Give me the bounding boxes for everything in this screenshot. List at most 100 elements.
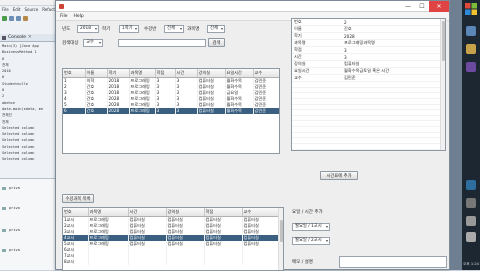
column-header[interactable]: 학기 [107, 69, 130, 78]
tray-icon[interactable] [466, 198, 476, 208]
debug-icon[interactable] [9, 15, 14, 21]
detail-row[interactable]: 시간 3 [292, 53, 442, 61]
table-row[interactable]: 4교시 프로그래밍 컴퓨터실 컴퓨터실 컴퓨터실 컴퓨터실 [63, 234, 281, 241]
table-row[interactable]: 2교시 프로그래밍 컴퓨터실 컴퓨터실 컴퓨터실 컴퓨터실 [63, 222, 281, 229]
memo-input[interactable] [339, 256, 447, 268]
windows-start-icon[interactable] [465, 3, 477, 15]
add-to-timetable-button[interactable]: 시간표에 추가 [320, 171, 358, 180]
detail-row[interactable]: 학기 2028 [292, 32, 442, 40]
column-header[interactable]: 과목명 [129, 69, 156, 78]
column-header[interactable]: 시간 [128, 208, 167, 217]
table-cell: 8교시 [63, 258, 89, 265]
subject-select[interactable]: 전체 [207, 25, 225, 33]
close-icon[interactable]: ✕ [28, 35, 32, 40]
day-time-select-1[interactable]: 월요일 / 1교시 [292, 223, 330, 231]
network-icon[interactable] [466, 216, 476, 226]
day-time-select-2[interactable]: 월요일 / 2교시 [292, 237, 330, 245]
detail-value: 프로그래밍과목명 [342, 39, 442, 47]
save-icon[interactable] [16, 15, 21, 21]
search-target-select[interactable]: 교수 [83, 39, 103, 47]
column-header[interactable]: 교수 [242, 208, 281, 217]
breakpoint-marker[interactable] [2, 207, 6, 210]
table-cell: 컴퓨터실 [197, 107, 226, 114]
breakpoint-marker[interactable] [2, 187, 6, 190]
column-header[interactable]: 번호 [63, 69, 86, 78]
table-row[interactable]: 6 간호 2028 프로그래밍 3 3 컴퓨터실 월화수목 김민준 [63, 107, 279, 114]
column-header[interactable]: 요일시간 [225, 69, 254, 78]
code-line[interactable]: priva [9, 248, 20, 252]
window-controls: — ☐ ✕ [401, 1, 449, 12]
table-row[interactable]: 5교시 프로그래밍 컴퓨터실 컴퓨터실 컴퓨터실 컴퓨터실 [63, 240, 281, 247]
scrollbar-thumb[interactable] [280, 220, 283, 242]
maximize-icon[interactable]: ☐ [415, 1, 429, 12]
breakpoint-marker[interactable] [2, 249, 6, 252]
menu-help[interactable]: Help [74, 14, 84, 19]
class-label: 수강반 [144, 27, 157, 32]
console-tab[interactable]: Console ✕ [0, 34, 62, 42]
course-list-button[interactable]: 수강과목 목록 [62, 194, 94, 203]
column-header[interactable]: 번호 [63, 208, 89, 217]
semester-label: 학기 [102, 27, 111, 32]
detail-key [292, 149, 342, 150]
table-row[interactable]: 1교시 프로그래밍 컴퓨터실 컴퓨터실 컴퓨터실 컴퓨터실 [63, 216, 281, 223]
editor-area: priva priva priva priva [0, 178, 62, 270]
column-header[interactable]: 학점 [204, 208, 243, 217]
table-cell: 프로그래밍 [129, 107, 156, 114]
code-line[interactable]: priva [9, 228, 20, 232]
ide-taskbar-icon[interactable] [466, 62, 476, 72]
code-line[interactable]: priva [9, 186, 20, 190]
year-label: 년도 [62, 27, 71, 32]
detail-key: 시간 [292, 53, 342, 61]
column-header[interactable]: 이름 [85, 69, 108, 78]
scrollbar-thumb[interactable] [442, 21, 445, 61]
table-cell: 3 [155, 107, 176, 114]
class-select[interactable]: 전체 [164, 25, 184, 33]
timetable-scrollbar[interactable] [278, 208, 283, 270]
table-cell: 월화수목 [225, 107, 254, 114]
table-cell: 6 [63, 107, 86, 114]
column-header[interactable]: 강의실 [166, 208, 205, 217]
table-row[interactable]: 8교시 [63, 258, 281, 265]
minimize-icon[interactable]: — [401, 1, 415, 12]
semester-select[interactable]: 1학기 [119, 25, 139, 33]
table-row[interactable]: 3교시 프로그래밍 컴퓨터실 컴퓨터실 컴퓨터실 컴퓨터실 [63, 228, 281, 235]
tray-icon[interactable] [466, 180, 476, 190]
column-header[interactable]: 교수 [253, 69, 279, 78]
menu-file[interactable]: File [60, 14, 68, 19]
detail-row[interactable]: 강의실 컴퓨터실 [292, 60, 442, 68]
table-cell [204, 258, 243, 265]
year-select[interactable]: 2018 [77, 25, 99, 33]
detail-row[interactable]: 과목명 프로그래밍과목명 [292, 39, 442, 47]
breakpoint-marker[interactable] [2, 229, 6, 232]
code-line[interactable]: priva [9, 206, 20, 210]
detail-value: 3 [342, 53, 442, 61]
taskbar-clock[interactable]: 오후 1:24 [462, 262, 480, 267]
folder-taskbar-icon[interactable] [466, 44, 476, 54]
search-input[interactable] [118, 39, 206, 47]
ide-menu-file[interactable]: File [2, 7, 9, 12]
run-icon[interactable] [2, 15, 7, 21]
detail-row[interactable]: 요일시간 월화수목금토일 혹은 시간 [292, 67, 442, 75]
detail-row[interactable]: 이름 간호 [292, 25, 442, 33]
app-taskbar-icon[interactable] [466, 26, 476, 36]
column-header[interactable]: 학점 [155, 69, 176, 78]
detail-row[interactable] [292, 149, 442, 150]
detail-key: 강의실 [292, 60, 342, 68]
detail-key: 이름 [292, 25, 342, 33]
detail-value [342, 149, 442, 150]
column-header[interactable]: 시간 [175, 69, 198, 78]
volume-icon[interactable] [466, 232, 476, 242]
table-cell: 3 [175, 107, 198, 114]
ide-menu-edit[interactable]: Edit [13, 7, 21, 12]
detail-row[interactable]: 학점 3 [292, 46, 442, 54]
table-cell: 2028 [107, 107, 130, 114]
app-titlebar: — ☐ ✕ [56, 1, 449, 12]
search-icon[interactable] [23, 15, 28, 21]
detail-scrollbar[interactable] [440, 19, 445, 150]
detail-row[interactable]: 교수 김민준 [292, 74, 442, 82]
close-window-icon[interactable]: ✕ [429, 1, 449, 12]
search-button[interactable]: 검색 [208, 38, 225, 47]
column-header[interactable]: 과목명 [88, 208, 129, 217]
column-header[interactable]: 강의실 [197, 69, 226, 78]
ide-menu-source[interactable]: Source [24, 7, 38, 12]
